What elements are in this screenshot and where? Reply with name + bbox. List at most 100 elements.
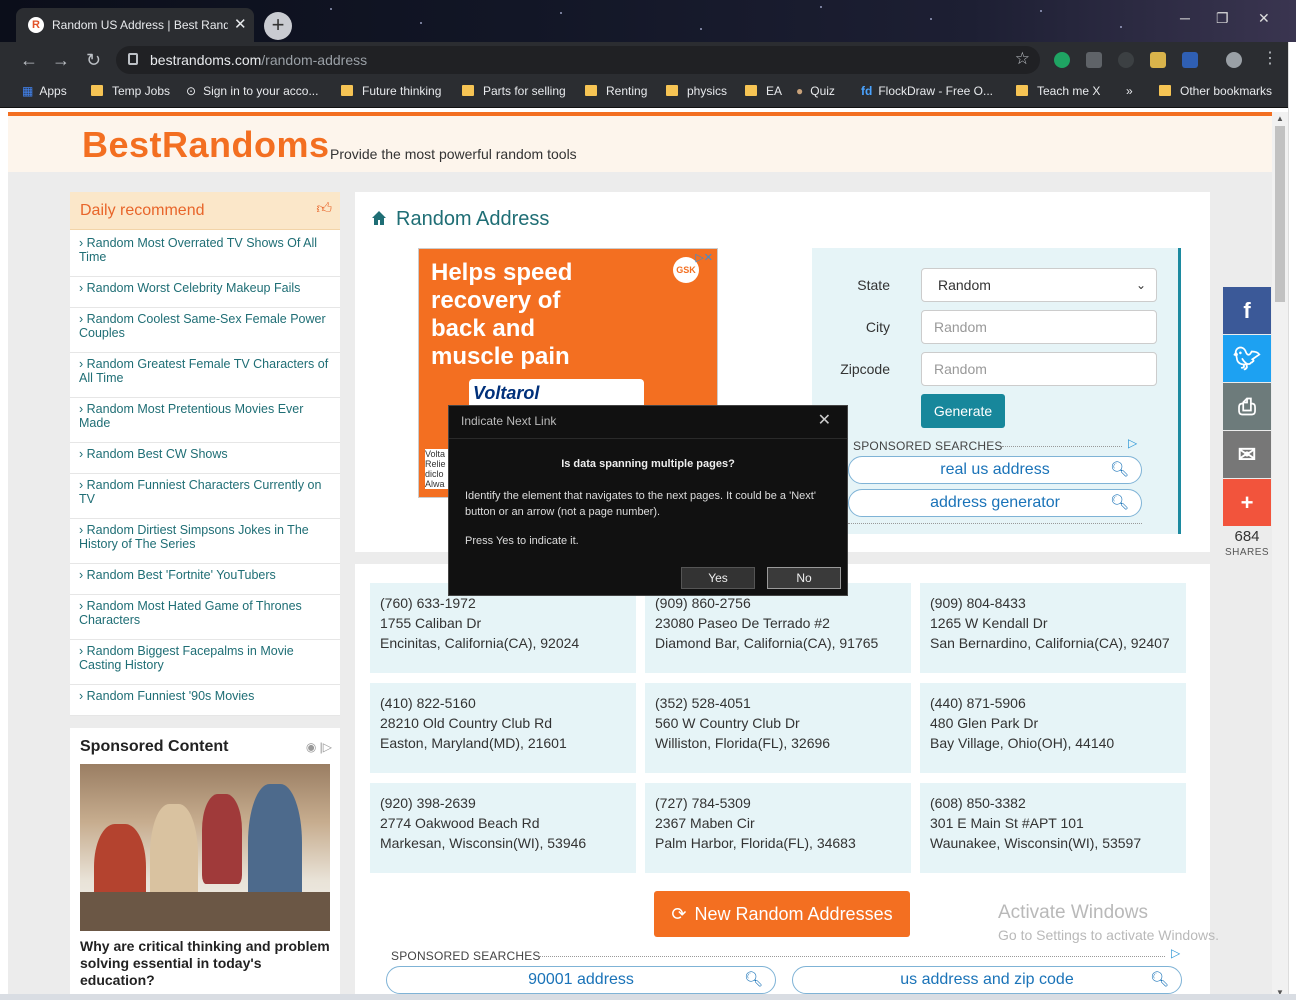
forward-icon[interactable]: →	[52, 50, 70, 71]
sponsored-content-title: Sponsored Content	[80, 738, 229, 755]
site-favicon: R	[28, 17, 44, 33]
folder-icon	[341, 85, 353, 96]
address-street: 560 W Country Club Dr	[655, 715, 800, 731]
sidebar-link[interactable]: › Random Most Overrated TV Shows Of All …	[70, 232, 340, 277]
sponsored-content: Sponsored Content ◉ |▷ Why are critical …	[70, 728, 340, 1000]
bookmark-overflow[interactable]: »	[1126, 84, 1133, 98]
sponsored-search-pill[interactable]: address generator 🔍︎	[848, 489, 1142, 517]
generate-button[interactable]: Generate	[921, 394, 1005, 428]
extension-icon[interactable]	[1086, 52, 1102, 68]
daily-recommend-title: Daily recommend	[80, 202, 205, 219]
hand-extension-icon[interactable]	[1150, 52, 1166, 68]
site-logo[interactable]: BestRandoms	[82, 124, 330, 166]
bookmark-item[interactable]: Temp Jobs	[91, 84, 170, 98]
address-street: 1755 Caliban Dr	[380, 615, 482, 631]
dialog-instruction: Press Yes to indicate it.	[465, 535, 579, 547]
divider	[449, 438, 847, 439]
city-input[interactable]: Random	[921, 310, 1157, 344]
twitter-share-button[interactable]: 🐦︎	[1223, 335, 1271, 382]
tab-close-icon[interactable]: ✕	[234, 15, 247, 33]
person-figure	[202, 794, 242, 884]
sponsored-search-pill[interactable]: real us address 🔍︎	[848, 456, 1142, 484]
sidebar-link[interactable]: › Random Dirtiest Simpsons Jokes in The …	[70, 519, 340, 564]
site-slogan: Provide the most powerful random tools	[330, 146, 577, 162]
profile-avatar[interactable]	[1226, 52, 1242, 68]
adchoices-icon[interactable]: ◉ |▷	[306, 740, 332, 754]
sidebar-link[interactable]: › Random Coolest Same-Sex Female Power C…	[70, 308, 340, 353]
bookmark-star-icon[interactable]: ☆	[1015, 49, 1030, 69]
minimize-icon[interactable]: ─	[1180, 10, 1190, 26]
address-phone: (440) 871-5906	[930, 695, 1026, 711]
new-random-addresses-button[interactable]: ⟳ New Random Addresses	[654, 891, 910, 937]
facebook-share-button[interactable]: f	[1223, 287, 1271, 334]
zipcode-input[interactable]: Random	[921, 352, 1157, 386]
yes-button[interactable]: Yes	[681, 567, 755, 589]
home-icon	[372, 211, 386, 225]
google-icon: ⊙	[186, 84, 197, 98]
email-share-button[interactable]: ✉	[1223, 431, 1271, 478]
folder-icon	[462, 85, 474, 96]
address-card: (608) 850-3382 301 E Main St #APT 101 Wa…	[920, 783, 1186, 873]
sponsored-searches-label: SPONSORED SEARCHES	[853, 439, 1003, 453]
bookmark-item[interactable]: Future thinking	[341, 84, 441, 98]
chrome-extension-icon[interactable]	[1118, 52, 1134, 68]
scroll-up-icon[interactable]: ▲	[1276, 114, 1284, 123]
back-icon[interactable]: ←	[20, 50, 38, 71]
more-share-button[interactable]: +	[1223, 479, 1271, 526]
bookmark-item[interactable]: physics	[666, 84, 727, 98]
sidebar-link[interactable]: › Random Best 'Fortnite' YouTubers	[70, 564, 340, 595]
product-brand: Voltarol	[473, 383, 540, 403]
bookmark-item[interactable]: ● Quiz	[796, 84, 835, 98]
reload-icon[interactable]: ↻	[86, 50, 101, 71]
sidebar-link[interactable]: › Random Most Hated Game of Thrones Char…	[70, 595, 340, 640]
folder-icon	[745, 85, 757, 96]
sidebar-link[interactable]: › Random Most Pretentious Movies Ever Ma…	[70, 398, 340, 443]
sidebar-link[interactable]: › Random Funniest '90s Movies	[70, 685, 340, 716]
adchoices-icon[interactable]: ▷	[1171, 946, 1180, 960]
no-button[interactable]: No	[767, 567, 841, 589]
state-select[interactable]: Random ⌄	[921, 268, 1157, 302]
bookmark-item[interactable]: fd FlockDraw - Free O...	[861, 84, 993, 98]
sidebar-link[interactable]: › Random Best CW Shows	[70, 443, 340, 474]
sponsored-caption[interactable]: Why are critical thinking and problem so…	[80, 938, 334, 989]
new-tab-button[interactable]: +	[264, 12, 292, 40]
maximize-icon[interactable]: ❐	[1216, 10, 1229, 27]
ad-close-icon[interactable]: ▷✕	[695, 251, 713, 264]
adchoices-icon[interactable]: ▷	[1128, 436, 1137, 450]
bookmark-other[interactable]: Other bookmarks	[1159, 84, 1272, 98]
address-street: 28210 Old Country Club Rd	[380, 715, 552, 731]
url-text: bestrandoms.com/random-address	[150, 52, 368, 68]
divider	[848, 523, 1142, 524]
uipath-icon[interactable]	[1182, 52, 1198, 68]
bookmark-item[interactable]: Parts for selling	[462, 84, 566, 98]
print-button[interactable]: ⎙	[1223, 383, 1271, 430]
sidebar-link[interactable]: › Random Worst Celebrity Makeup Fails	[70, 277, 340, 308]
scrollbar-thumb[interactable]	[1275, 126, 1285, 302]
close-window-icon[interactable]: ✕	[1258, 10, 1270, 27]
email-icon: ✉	[1237, 442, 1257, 467]
grammarly-icon[interactable]	[1054, 52, 1070, 68]
address-bar[interactable]: bestrandoms.com/random-address ☆	[116, 46, 1040, 74]
browser-tab[interactable]: R Random US Address | Best Rand ✕	[16, 8, 254, 42]
sidebar-link[interactable]: › Random Greatest Female TV Characters o…	[70, 353, 340, 398]
facebook-icon: f	[1243, 298, 1251, 323]
sidebar-link[interactable]: › Random Biggest Facepalms in Movie Cast…	[70, 640, 340, 685]
bookmark-apps[interactable]: ▦ Apps	[22, 84, 67, 98]
menu-kebab-icon[interactable]: ⋮	[1262, 48, 1278, 68]
close-icon[interactable]: ✕	[818, 410, 831, 430]
address-phone: (608) 850-3382	[930, 795, 1026, 811]
sponsored-search-pill[interactable]: us address and zip code 🔍︎	[792, 966, 1182, 994]
sponsored-image[interactable]	[80, 764, 330, 931]
activate-windows-subtitle: Go to Settings to activate Windows.	[998, 927, 1219, 943]
sponsored-search-pill[interactable]: 90001 address 🔍︎	[386, 966, 776, 994]
daily-recommend-panel: Daily recommend 👍︎ › Random Most Overrat…	[70, 192, 340, 716]
bookmark-item[interactable]: Renting	[585, 84, 647, 98]
tab-strip: R Random US Address | Best Rand ✕ + ─ ❐ …	[0, 0, 1296, 42]
bookmark-item[interactable]: ⊙ Sign in to your acco...	[186, 84, 318, 98]
divider	[539, 956, 1165, 957]
site-header: BestRandoms Provide the most powerful ra…	[8, 112, 1272, 172]
sidebar-link[interactable]: › Random Funniest Characters Currently o…	[70, 474, 340, 519]
bookmark-item[interactable]: EA	[745, 84, 782, 98]
bookmark-item[interactable]: Teach me X	[1016, 84, 1100, 98]
page-scrollbar[interactable]: ▲ ▼	[1272, 112, 1288, 1000]
